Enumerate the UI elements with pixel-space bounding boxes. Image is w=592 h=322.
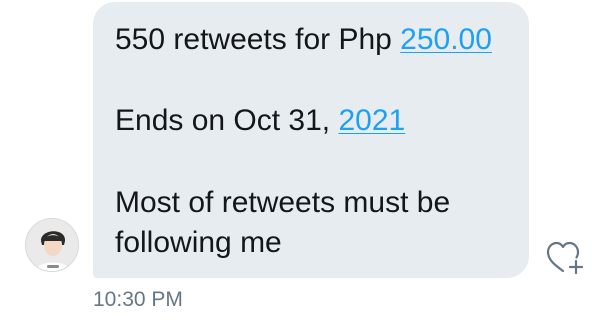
message-line-requirement-cont: following me <box>115 226 282 259</box>
message-line-end-date: Ends on Oct 31, 2021 <box>115 103 405 139</box>
price-link[interactable]: 250.00 <box>400 23 492 56</box>
end-date-text: Ends on Oct 31, <box>115 104 339 137</box>
message-line-requirement: Most of retweets must be <box>115 186 451 219</box>
price-text: 550 retweets for Php <box>115 23 401 56</box>
message-line-price: 550 retweets for Php 250.00 <box>115 22 492 58</box>
sender-avatar[interactable] <box>25 218 79 272</box>
year-link[interactable]: 2021 <box>338 104 405 137</box>
avatar-image <box>26 219 78 271</box>
message-timestamp: 10:30 PM <box>93 288 183 311</box>
heart-plus-icon[interactable] <box>545 240 589 278</box>
dm-conversation: 550 retweets for Php 250.00 Ends on Oct … <box>0 0 592 322</box>
